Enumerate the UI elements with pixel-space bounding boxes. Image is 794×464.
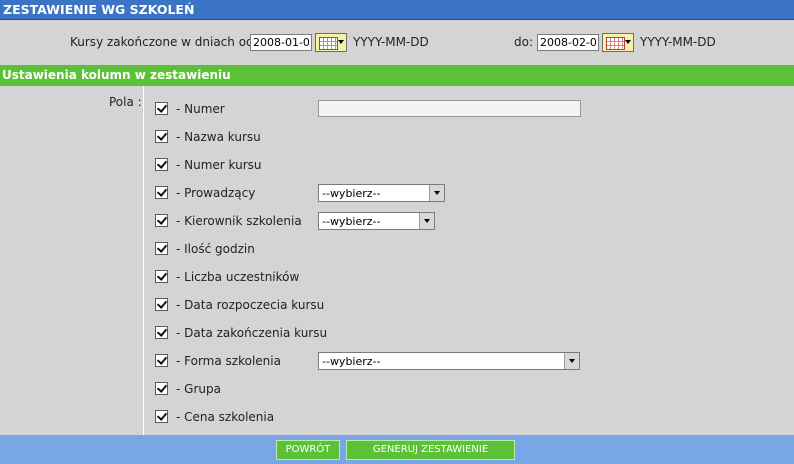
field-label-data-rozpoczecia: - Data rozpoczecia kursu — [176, 298, 325, 312]
back-button[interactable]: POWRÓT — [276, 440, 340, 460]
field-label-data-zakonczenia: - Data zakończenia kursu — [176, 326, 328, 340]
field-row-grupa: - Grupa — [0, 380, 794, 400]
fields-panel: Pola : - Numer - Nazwa kursu - Numer kur… — [0, 86, 794, 435]
checkbox-ilosc-godzin[interactable] — [155, 242, 168, 255]
field-row-data-zakonczenia: - Data zakończenia kursu — [0, 324, 794, 344]
calendar-to-button[interactable] — [602, 33, 634, 52]
field-label-numer: - Numer — [176, 102, 225, 116]
prowadzacy-select-value: --wybierz-- — [322, 187, 381, 200]
checkbox-liczba-uczestnikow[interactable] — [155, 270, 168, 283]
field-row-data-rozpoczecia: - Data rozpoczecia kursu — [0, 296, 794, 316]
field-label-grupa: - Grupa — [176, 382, 221, 396]
chevron-down-icon — [564, 353, 579, 369]
checkbox-data-rozpoczecia[interactable] — [155, 298, 168, 311]
checkbox-nazwa-kursu[interactable] — [155, 130, 168, 143]
checkbox-prowadzacy[interactable] — [155, 186, 168, 199]
field-row-ilosc-godzin: - Ilość godzin — [0, 240, 794, 260]
checkbox-numer[interactable] — [155, 102, 168, 115]
field-label-liczba-uczestnikow: - Liczba uczestników — [176, 270, 300, 284]
chevron-down-icon — [429, 185, 444, 201]
checkbox-grupa[interactable] — [155, 382, 168, 395]
date-to-input[interactable] — [537, 34, 599, 51]
checkbox-cena-szkolenia[interactable] — [155, 410, 168, 423]
chevron-down-icon — [625, 40, 631, 44]
checkbox-data-zakonczenia[interactable] — [155, 326, 168, 339]
calendar-icon — [319, 37, 338, 50]
date-to-format: YYYY-MM-DD — [640, 35, 716, 49]
field-label-prowadzacy: - Prowadzący — [176, 186, 256, 200]
field-label-numer-kursu: - Numer kursu — [176, 158, 262, 172]
checkbox-forma-szkolenia[interactable] — [155, 354, 168, 367]
calendar-from-button[interactable] — [315, 33, 347, 52]
field-row-numer: - Numer — [0, 100, 794, 120]
field-row-cena-szkolenia: - Cena szkolenia — [0, 408, 794, 428]
chevron-down-icon — [338, 40, 344, 44]
checkbox-numer-kursu[interactable] — [155, 158, 168, 171]
forma-szkolenia-select-value: --wybierz-- — [322, 355, 381, 368]
field-row-kierownik: - Kierownik szkolenia --wybierz-- — [0, 212, 794, 232]
field-label-kierownik: - Kierownik szkolenia — [176, 214, 302, 228]
field-label-cena-szkolenia: - Cena szkolenia — [176, 410, 275, 424]
field-row-liczba-uczestnikow: - Liczba uczestników — [0, 268, 794, 288]
calendar-icon — [606, 37, 625, 50]
chevron-down-icon — [419, 213, 434, 229]
kierownik-select-value: --wybierz-- — [322, 215, 381, 228]
date-from-input[interactable] — [250, 34, 312, 51]
date-range-row: Kursy zakończone w dniach od : YYYY-MM-D… — [0, 32, 794, 54]
footer-bar: POWRÓT GENERUJ ZESTAWIENIE — [0, 435, 794, 464]
field-row-forma-szkolenia: - Forma szkolenia --wybierz-- — [0, 352, 794, 372]
field-label-ilosc-godzin: - Ilość godzin — [176, 242, 255, 256]
prowadzacy-select[interactable]: --wybierz-- — [318, 184, 445, 202]
generate-report-button[interactable]: GENERUJ ZESTAWIENIE — [346, 440, 515, 460]
field-row-prowadzacy: - Prowadzący --wybierz-- — [0, 184, 794, 204]
field-row-numer-kursu: - Numer kursu — [0, 156, 794, 176]
date-from-format: YYYY-MM-DD — [353, 35, 429, 49]
date-from-label: Kursy zakończone w dniach od : — [70, 35, 262, 49]
field-label-nazwa-kursu: - Nazwa kursu — [176, 130, 261, 144]
checkbox-kierownik[interactable] — [155, 214, 168, 227]
forma-szkolenia-select[interactable]: --wybierz-- — [318, 352, 580, 370]
date-to-label: do: — [514, 35, 534, 49]
field-row-nazwa-kursu: - Nazwa kursu — [0, 128, 794, 148]
field-label-forma-szkolenia: - Forma szkolenia — [176, 354, 281, 368]
numer-filter-input[interactable] — [318, 100, 581, 117]
columns-section-title: Ustawienia kolumn w zestawieniu — [0, 65, 794, 86]
page-title: ZESTAWIENIE WG SZKOLEŃ — [0, 0, 794, 20]
kierownik-select[interactable]: --wybierz-- — [318, 212, 435, 230]
